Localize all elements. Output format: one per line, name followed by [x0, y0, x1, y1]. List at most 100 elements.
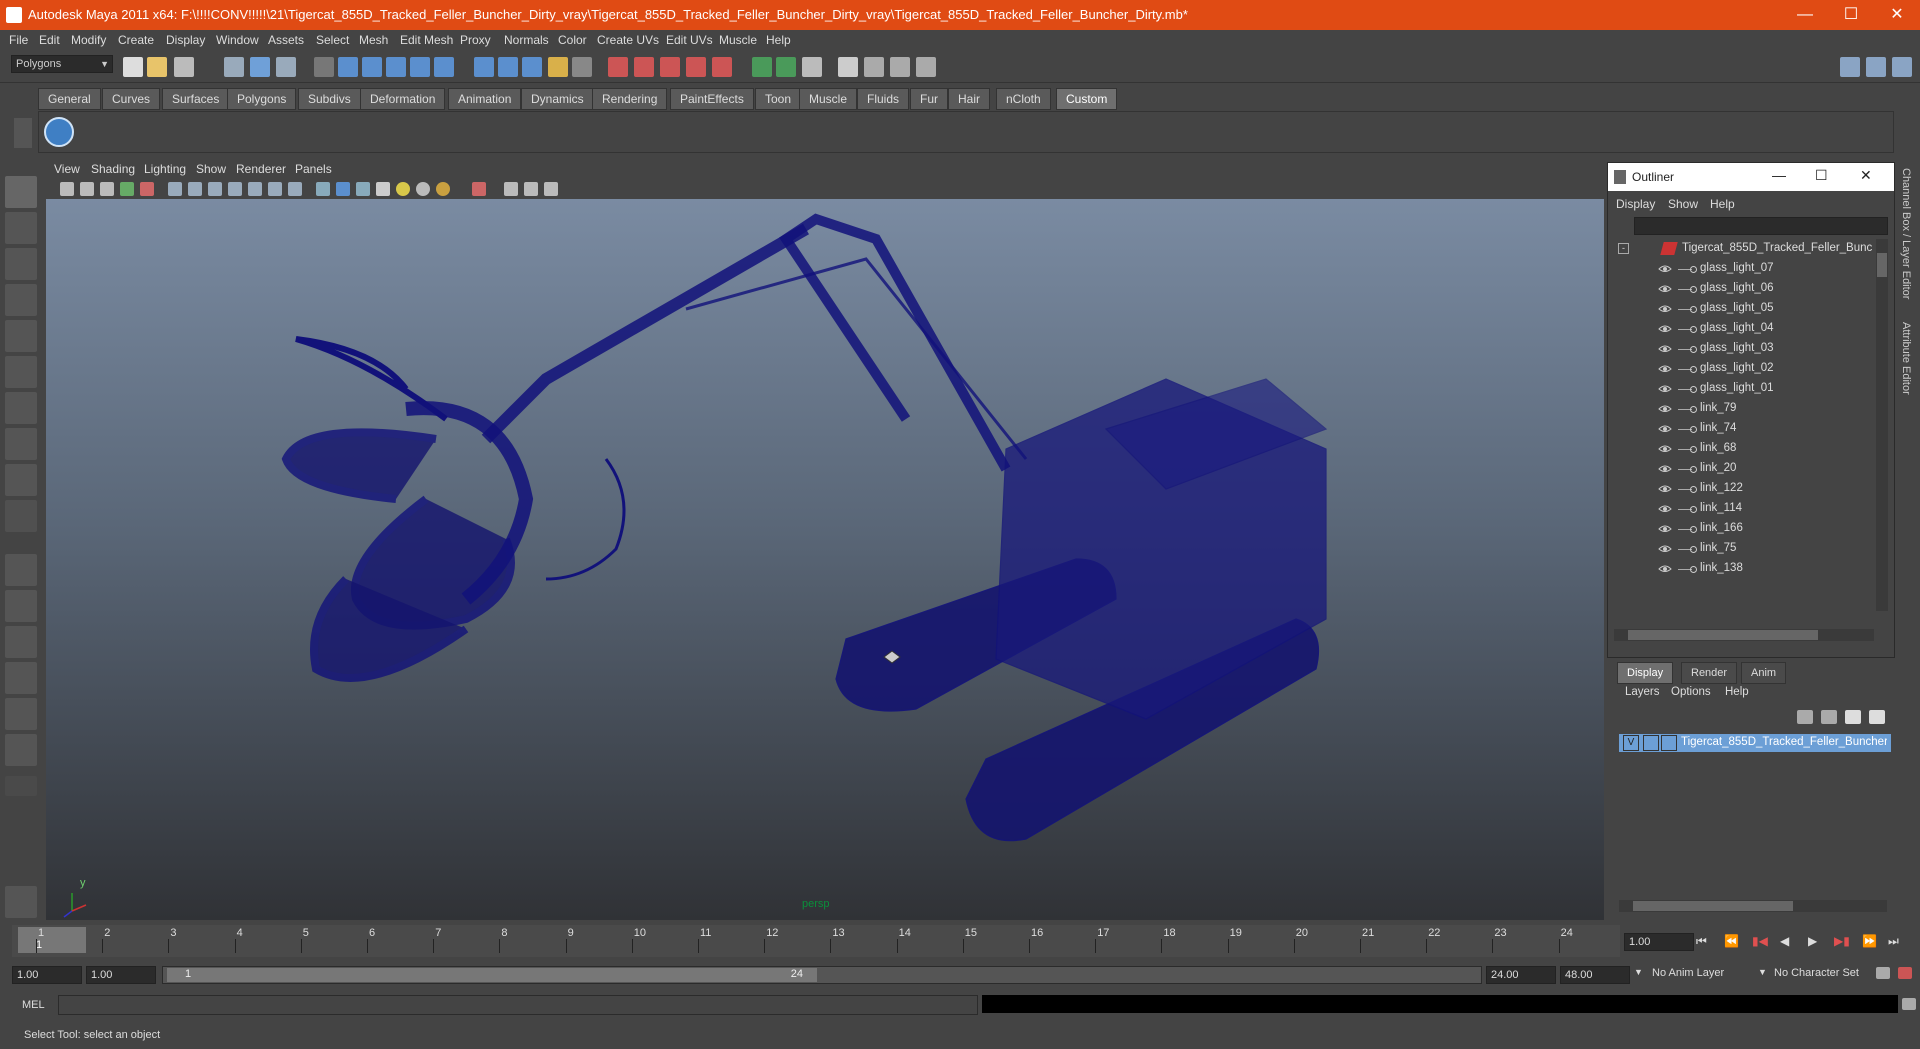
perspective-viewport[interactable]: y persp [46, 199, 1604, 920]
all-lights-icon[interactable] [416, 182, 430, 196]
show-manipulator-icon[interactable] [5, 464, 37, 496]
layer-move-down-icon[interactable] [1821, 710, 1837, 724]
outliner-vertical-scrollbar[interactable] [1876, 239, 1888, 611]
render-settings-icon[interactable] [660, 57, 680, 77]
outliner-close-button[interactable]: ✕ [1860, 167, 1872, 184]
xray-icon[interactable] [228, 182, 242, 196]
layer-move-up-icon[interactable] [1797, 710, 1813, 724]
panel-menu-lighting[interactable]: Lighting [144, 162, 186, 176]
tool-settings-icon[interactable] [890, 57, 910, 77]
new-scene-icon[interactable] [123, 57, 143, 77]
outliner-item[interactable]: glass_light_03 [1626, 339, 1872, 359]
command-input[interactable] [58, 995, 978, 1015]
chevron-down-icon[interactable]: ▼ [1758, 967, 1767, 977]
save-scene-icon[interactable] [174, 57, 194, 77]
character-set-selector[interactable]: No Character Set [1774, 967, 1859, 979]
tab-display-layers[interactable]: Display [1617, 662, 1674, 684]
step-forward-key-icon[interactable]: ⏩ [1862, 934, 1877, 948]
outliner-item[interactable]: glass_light_04 [1626, 319, 1872, 339]
menu-mesh[interactable]: Mesh [359, 33, 388, 47]
camera-icon[interactable] [864, 57, 884, 77]
tab-hair[interactable]: Hair [948, 88, 991, 110]
menu-assets[interactable]: Assets [268, 33, 304, 47]
animation-end-field[interactable]: 48.00 [1560, 966, 1630, 984]
layout-persp-outliner-icon[interactable] [5, 662, 37, 694]
textured-cube-icon[interactable] [336, 182, 350, 196]
construction-icon[interactable] [498, 57, 518, 77]
wire-on-shaded-icon[interactable] [356, 182, 370, 196]
outliner-item[interactable]: link_114 [1626, 499, 1872, 519]
layout-single-icon[interactable] [1840, 57, 1860, 77]
snap-view-plane-icon[interactable] [410, 57, 430, 77]
tab-muscle[interactable]: Muscle [799, 88, 858, 110]
tab-channel-box[interactable]: Channel Box / Layer Editor [1900, 168, 1912, 308]
menu-window[interactable]: Window [216, 33, 259, 47]
tab-render-layers[interactable]: Render [1681, 662, 1738, 684]
scrollbar-thumb[interactable] [1628, 630, 1818, 640]
isolate-select-icon[interactable] [472, 182, 486, 196]
outliner-menu-show[interactable]: Show [1668, 197, 1698, 211]
menu-color[interactable]: Color [558, 33, 587, 47]
layout-four-icon[interactable] [1866, 57, 1886, 77]
new-layer-selected-icon[interactable] [1869, 710, 1885, 724]
move-tool-icon[interactable] [5, 284, 37, 316]
outliner-minimize-button[interactable]: — [1772, 167, 1786, 183]
resolution-gate-icon[interactable] [268, 182, 282, 196]
layout-persp-graph-icon[interactable] [5, 626, 37, 658]
scrollbar-thumb[interactable] [1633, 901, 1793, 911]
go-to-start-icon[interactable]: ⏮ [1696, 934, 1707, 949]
smooth-shade-icon[interactable] [208, 182, 222, 196]
panel-menu-renderer[interactable]: Renderer [236, 162, 286, 176]
outliner-item[interactable]: glass_light_02 [1626, 359, 1872, 379]
outliner-item[interactable]: link_75 [1626, 539, 1872, 559]
isolate-icon[interactable] [248, 182, 262, 196]
bookmark-icon[interactable] [100, 182, 114, 196]
render-current-frame-icon[interactable] [608, 57, 628, 77]
menu-edit[interactable]: Edit [39, 33, 60, 47]
chevron-down-icon[interactable] [5, 776, 37, 796]
snap-live-icon[interactable] [434, 57, 454, 77]
grease-pencil-icon[interactable] [140, 182, 154, 196]
scrollbar-thumb[interactable] [1877, 253, 1887, 277]
outliner-item[interactable]: link_20 [1626, 459, 1872, 479]
render-view-icon[interactable] [712, 57, 732, 77]
auto-key-icon[interactable] [1898, 967, 1912, 979]
select-by-hierarchy-icon[interactable] [224, 57, 244, 77]
script-editor-icon[interactable] [1902, 998, 1916, 1010]
outliner-item[interactable]: glass_light_06 [1626, 279, 1872, 299]
menu-set-selector[interactable]: Polygons ▼ [11, 55, 113, 73]
shaded-cube-icon[interactable] [316, 182, 330, 196]
collapse-icon[interactable]: - [1618, 243, 1629, 254]
default-light-icon[interactable] [396, 182, 410, 196]
shelf-menu-icon[interactable] [14, 118, 32, 148]
texture-icon[interactable] [288, 182, 302, 196]
grid-icon[interactable] [188, 182, 202, 196]
time-slider[interactable]: 1 1 2 3 4 5 6 7 8 9 10 11 12 13 14 15 16 17 18 19 20 21 22 23 2… [12, 925, 1620, 957]
close-button[interactable]: ✕ [1874, 0, 1920, 30]
anim-layer-selector[interactable]: No Anim Layer [1652, 967, 1724, 979]
layout-single-pane-icon[interactable] [5, 554, 37, 586]
play-forwards-icon[interactable]: ▶ [1808, 934, 1817, 948]
new-layer-icon[interactable] [1845, 710, 1861, 724]
help-query-icon[interactable] [522, 57, 542, 77]
outliner-item[interactable]: link_68 [1626, 439, 1872, 459]
select-by-object-icon[interactable] [250, 57, 270, 77]
paint-select-tool-icon[interactable] [5, 248, 37, 280]
snap-grid-icon[interactable] [338, 57, 358, 77]
select-mask-icon[interactable] [314, 57, 334, 77]
menu-modify[interactable]: Modify [71, 33, 106, 47]
outliner-horizontal-scrollbar[interactable] [1614, 629, 1874, 641]
lock-icon[interactable] [548, 57, 568, 77]
animation-start-field[interactable]: 1.00 [12, 966, 82, 984]
maximize-button[interactable]: ☐ [1828, 0, 1874, 30]
input-line-icon[interactable] [752, 57, 772, 77]
menu-create[interactable]: Create [118, 33, 154, 47]
outliner-root-item[interactable]: - Tigercat_855D_Tracked_Feller_Buncher [1614, 239, 1872, 259]
select-tool-icon[interactable] [5, 176, 37, 208]
range-slider-track[interactable]: 1 24 [162, 966, 1482, 984]
tab-general[interactable]: General [38, 88, 101, 110]
panel-menu-view[interactable]: View [54, 162, 80, 176]
layer-menu-help[interactable]: Help [1725, 686, 1749, 698]
checker-icon[interactable] [376, 182, 390, 196]
layout-hypershade-icon[interactable] [5, 698, 37, 730]
